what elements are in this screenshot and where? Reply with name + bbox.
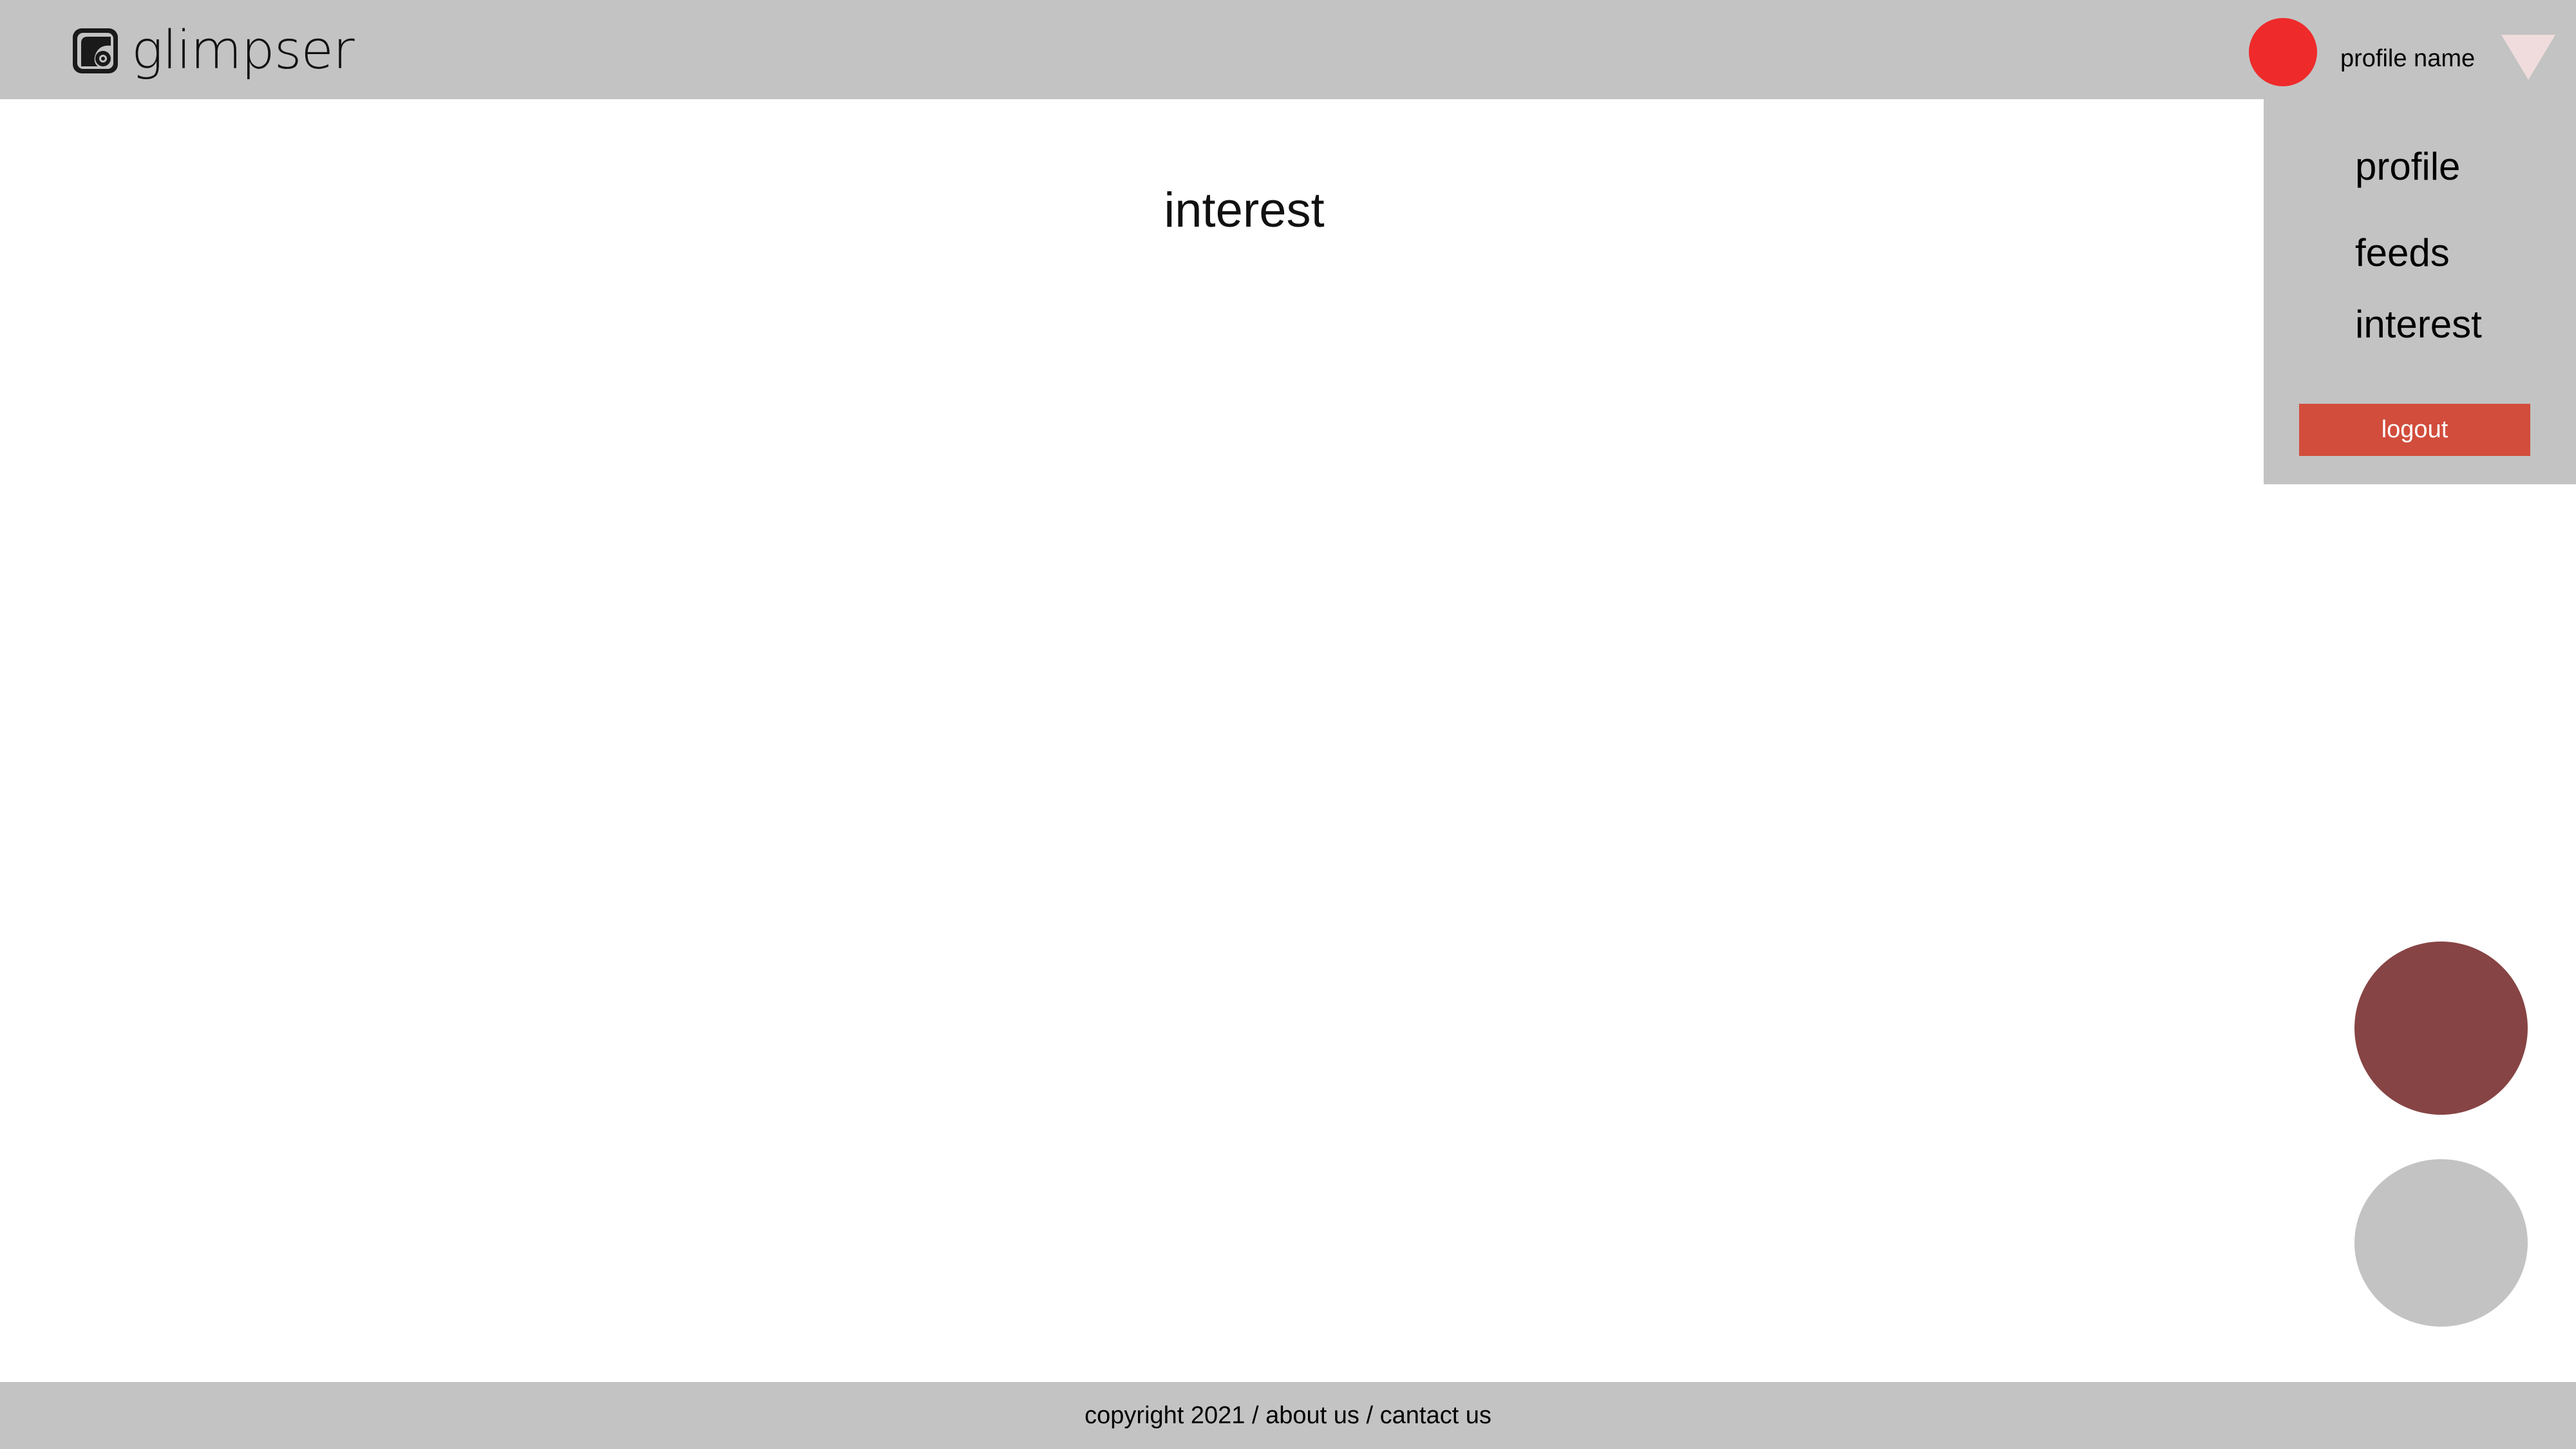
brand-logo[interactable]: glimpser [71,20,355,81]
top-bar: glimpser profile name [0,0,2576,99]
about-us-link[interactable]: about us [1265,1402,1359,1429]
page-title: interest [1164,183,1325,238]
profile-dropdown-toggle[interactable] [2501,35,2555,80]
avatar[interactable] [2249,18,2317,86]
primary-action-button[interactable] [2354,942,2528,1115]
footer: copyright 2021 / about us / cantact us [0,1382,2576,1449]
footer-separator: / [1245,1402,1266,1429]
triangle-down-icon [2501,35,2555,80]
logout-button[interactable]: logout [2299,404,2530,456]
profile-name[interactable]: profile name [2340,44,2475,73]
brand-name: glimpser [131,20,355,81]
footer-separator: / [1359,1402,1380,1429]
menu-item-interest[interactable]: interest [2355,302,2482,347]
contact-us-link[interactable]: cantact us [1380,1402,1492,1429]
secondary-action-button[interactable] [2354,1159,2528,1327]
profile-dropdown-menu: profile feeds interest logout [2264,99,2576,484]
copyright-text: copyright 2021 [1084,1402,1245,1429]
camera-logo-icon [73,28,118,73]
